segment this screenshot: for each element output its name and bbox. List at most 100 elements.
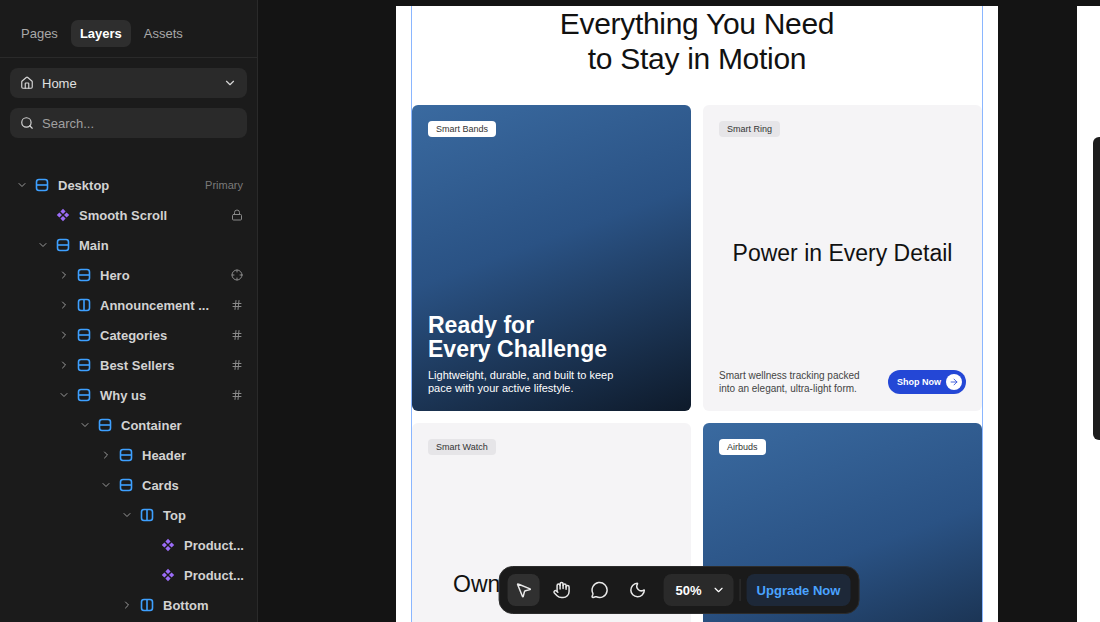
page-select[interactable]: Home <box>10 68 247 98</box>
chevron[interactable] <box>100 479 112 491</box>
chevron[interactable] <box>100 449 112 461</box>
shop-button[interactable]: Shop Now <box>888 370 966 394</box>
layer-search[interactable]: Search... <box>10 108 247 138</box>
layer-trailing[interactable] <box>231 329 243 341</box>
chevron-right-icon[interactable] <box>58 329 70 341</box>
arrow-right-icon <box>949 377 959 387</box>
lock-icon <box>231 209 243 221</box>
section-heading: Everything You Needto Stay in Motion <box>412 6 982 76</box>
layer-type <box>77 268 91 282</box>
frame-icon <box>56 238 70 252</box>
chevron-down-icon[interactable] <box>37 239 49 251</box>
layer-type <box>35 178 49 192</box>
zoom-select[interactable]: 50% <box>664 574 734 606</box>
layer-name: Cards <box>142 478 243 493</box>
layer-row[interactable]: Why us <box>0 380 257 410</box>
chevron-down-icon[interactable] <box>58 389 70 401</box>
chevron-down-icon[interactable] <box>79 419 91 431</box>
chevron-down-icon[interactable] <box>16 179 28 191</box>
chevron-right-icon[interactable] <box>58 269 70 281</box>
component-icon <box>161 568 175 582</box>
panel-tab[interactable]: Layers <box>71 20 131 47</box>
chevron[interactable] <box>58 329 70 341</box>
layer-row[interactable]: Product... <box>0 560 257 590</box>
card-body: Ready forEvery ChallengeLightweight, dur… <box>428 137 675 395</box>
layer-row[interactable]: Product... <box>0 530 257 560</box>
layer-type <box>161 538 175 552</box>
layer-trailing[interactable] <box>231 269 243 281</box>
chevron[interactable] <box>58 299 70 311</box>
chevron[interactable] <box>79 419 91 431</box>
side-frame[interactable] <box>1077 6 1100 622</box>
layer-type <box>77 298 91 312</box>
layer-row[interactable]: Header <box>0 440 257 470</box>
canvas-toolbar: 50% Upgrade Now <box>499 566 860 614</box>
tool-button[interactable] <box>508 574 540 606</box>
pointer-icon <box>515 581 533 599</box>
layer-type <box>140 508 154 522</box>
side-block <box>1093 137 1100 440</box>
layer-trailing[interactable] <box>231 209 243 221</box>
chevron[interactable] <box>58 269 70 281</box>
title-line: Every Challenge <box>428 337 675 361</box>
divider <box>740 579 741 601</box>
layer-type <box>56 208 70 222</box>
tool-button[interactable] <box>546 574 578 606</box>
layer-name: Container <box>121 418 243 433</box>
panel-tab[interactable]: Pages <box>12 20 67 47</box>
layer-trailing[interactable] <box>231 359 243 371</box>
comment-icon <box>591 581 609 599</box>
panel-tab[interactable]: Assets <box>135 20 192 47</box>
chevron[interactable] <box>58 359 70 371</box>
card-footer: Smart wellness tracking packed into an e… <box>719 369 966 395</box>
card-tag: Smart Bands <box>428 121 496 137</box>
chevron-down-icon[interactable] <box>121 509 133 521</box>
why-us-section[interactable]: Everything You Needto Stay in Motion Smar… <box>411 6 983 622</box>
layer-row[interactable]: Best Sellers <box>0 350 257 380</box>
layer-row[interactable]: Main <box>0 230 257 260</box>
page-frame[interactable]: Everything You Needto Stay in Motion Smar… <box>396 6 998 622</box>
layer-row[interactable]: Categories <box>0 320 257 350</box>
frame-icon <box>35 178 49 192</box>
layer-trailing[interactable] <box>231 299 243 311</box>
tool-button[interactable] <box>622 574 654 606</box>
title-line: Ready for <box>428 313 675 337</box>
chevron <box>142 539 154 551</box>
frame-icon <box>98 418 112 432</box>
layer-tree: DesktopPrimarySmooth ScrollMainHeroAnnou… <box>0 170 257 620</box>
frame-icon <box>77 268 91 282</box>
layer-trailing[interactable] <box>231 389 243 401</box>
layer-name: Top <box>163 508 243 523</box>
layer-row[interactable]: DesktopPrimary <box>0 170 257 200</box>
layers-panel: PagesLayersAssets Home Search... DesktopPri… <box>0 0 258 622</box>
layer-row[interactable]: Bottom <box>0 590 257 620</box>
chevron-right-icon[interactable] <box>58 359 70 371</box>
layer-type <box>98 418 112 432</box>
chevron[interactable] <box>58 389 70 401</box>
canvas[interactable]: Everything You Needto Stay in Motion Smar… <box>258 0 1100 622</box>
layer-row[interactable]: Cards <box>0 470 257 500</box>
chevron-down-icon[interactable] <box>100 479 112 491</box>
stack-icon <box>140 598 154 612</box>
chevron-right-icon[interactable] <box>100 449 112 461</box>
heading-line: Everything You Need <box>412 6 982 41</box>
layer-row[interactable]: Announcement ... <box>0 290 257 320</box>
chevron[interactable] <box>121 599 133 611</box>
layer-row[interactable]: Container <box>0 410 257 440</box>
chevron-right-icon[interactable] <box>58 299 70 311</box>
layer-name: Desktop <box>58 178 205 193</box>
layer-row[interactable]: Hero <box>0 260 257 290</box>
layer-name: Product... <box>184 568 243 583</box>
layer-row[interactable]: Top <box>0 500 257 530</box>
layer-type <box>77 328 91 342</box>
upgrade-button[interactable]: Upgrade Now <box>747 574 851 606</box>
chevron[interactable] <box>121 509 133 521</box>
chevron-right-icon[interactable] <box>121 599 133 611</box>
layer-type <box>119 448 133 462</box>
layer-row[interactable]: Smooth Scroll <box>0 200 257 230</box>
chevron[interactable] <box>16 179 28 191</box>
stack-icon <box>77 298 91 312</box>
tool-button[interactable] <box>584 574 616 606</box>
chevron[interactable] <box>37 239 49 251</box>
card-description: Smart wellness tracking packed into an e… <box>719 369 878 395</box>
